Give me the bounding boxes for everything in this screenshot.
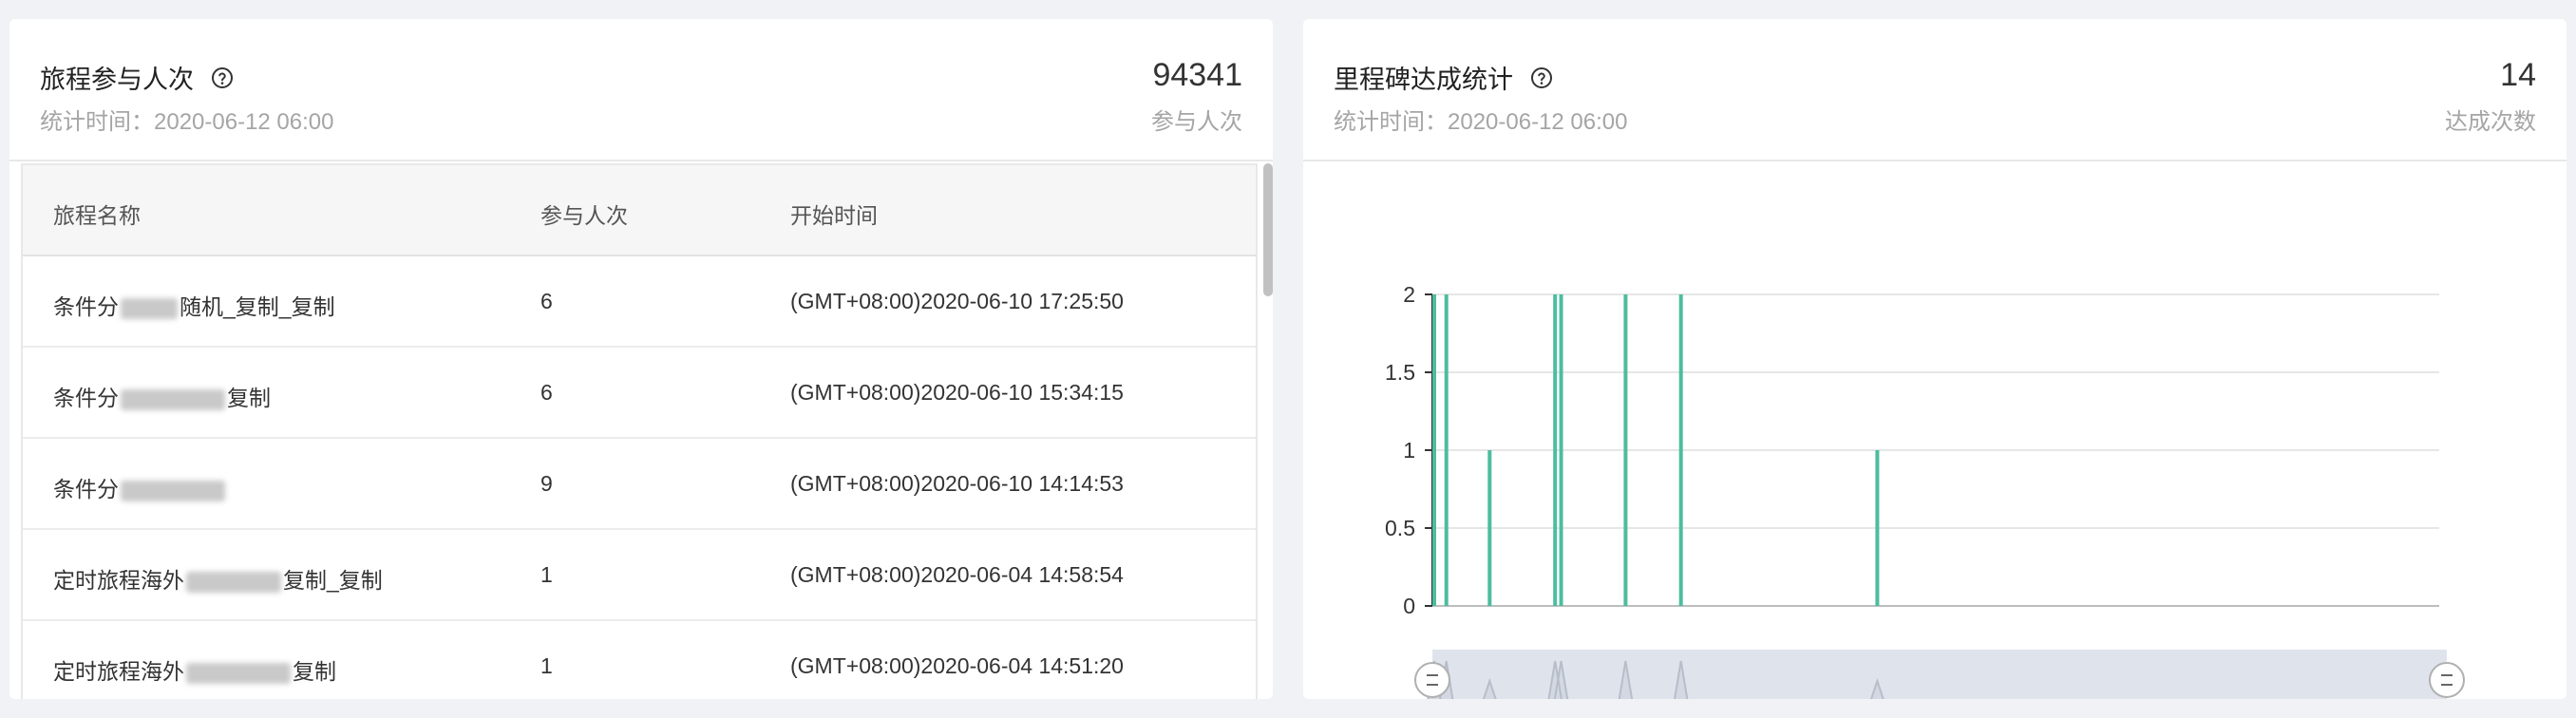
journey-name: 条件分 xyxy=(53,471,227,503)
y-tick-label: 2 xyxy=(1403,282,1415,307)
journey-name: 定时旅程海外 复制_复制 xyxy=(53,568,383,593)
participant-count: 9 xyxy=(540,471,553,496)
start-time: (GMT+08:00)2020-06-04 14:51:20 xyxy=(790,653,1124,678)
participation-card: 旅程参与人次 统计时间：2020-06-12 06:00 94341 参与人次 … xyxy=(9,19,1273,699)
redacted-mask xyxy=(186,571,281,593)
table-scrollbar[interactable] xyxy=(1263,163,1273,296)
redacted-mask xyxy=(121,480,225,501)
table-row[interactable]: 条件分 复制 6 (GMT+08:00)2020-06-10 15:34:15 xyxy=(23,348,1256,439)
start-time: (GMT+08:00)2020-06-10 15:34:15 xyxy=(790,380,1124,405)
participant-count: 1 xyxy=(540,653,553,678)
chart-bar xyxy=(1444,294,1449,606)
table-row[interactable]: 条件分 随机_复制_复制 6 (GMT+08:00)2020-06-10 17:2… xyxy=(23,256,1256,348)
chart-bar xyxy=(1559,294,1563,606)
chart-bar xyxy=(1553,294,1558,606)
metric-label: 达成次数 xyxy=(2445,109,2536,135)
redacted-mask xyxy=(121,297,178,319)
help-icon[interactable] xyxy=(211,66,234,89)
card-header: 旅程参与人次 统计时间：2020-06-12 06:00 94341 参与人次 xyxy=(9,19,1273,161)
column-header-count[interactable]: 参与人次 xyxy=(540,198,628,230)
metric-label: 参与人次 xyxy=(1151,109,1242,135)
slider-handle-right[interactable] xyxy=(2429,662,2465,698)
journey-name: 条件分 复制 xyxy=(53,386,271,410)
chart-bar xyxy=(1678,294,1683,606)
start-time: (GMT+08:00)2020-06-10 14:14:53 xyxy=(790,471,1124,496)
redacted-mask xyxy=(186,662,291,684)
chart-bar xyxy=(1432,294,1436,606)
participant-count: 6 xyxy=(540,380,553,405)
table-row[interactable]: 条件分 9 (GMT+08:00)2020-06-10 14:14:53 xyxy=(23,439,1256,530)
column-header-name[interactable]: 旅程名称 xyxy=(53,198,141,230)
start-time: (GMT+08:00)2020-06-04 14:58:54 xyxy=(790,562,1124,587)
chart-bar xyxy=(1875,450,1880,606)
participant-count: 1 xyxy=(540,562,553,587)
card-title-text: 里程碑达成统计 xyxy=(1334,66,1513,94)
metric-value: 14 xyxy=(2500,57,2536,93)
table-row[interactable]: 定时旅程海外 复制 1 (GMT+08:00)2020-06-04 14:51:2… xyxy=(23,621,1256,699)
card-header: 里程碑达成统计 统计时间：2020-06-12 06:00 14 达成次数 xyxy=(1303,19,2567,161)
slider-track[interactable] xyxy=(1432,650,2447,699)
chart-bar xyxy=(1487,450,1492,606)
milestone-chart: 0 0.5 1 1.5 2 xyxy=(1385,282,2465,699)
metric-value: 94341 xyxy=(1152,57,1242,93)
y-tick-label: 1.5 xyxy=(1385,360,1415,385)
journey-name: 定时旅程海外 复制 xyxy=(53,659,336,684)
y-axis-ticks: 0 0.5 1 1.5 2 xyxy=(1385,282,1433,618)
start-time: (GMT+08:00)2020-06-10 17:25:50 xyxy=(790,289,1124,313)
help-icon[interactable] xyxy=(1530,66,1553,89)
card-title: 旅程参与人次 xyxy=(40,59,234,96)
stat-time: 统计时间：2020-06-12 06:00 xyxy=(1334,109,1628,135)
journey-table: 旅程名称 参与人次 开始时间 条件分 随机_复制_复制 6 (GMT+08:00)… xyxy=(21,163,1258,699)
stat-time: 统计时间：2020-06-12 06:00 xyxy=(40,109,334,135)
column-header-start-time[interactable]: 开始时间 xyxy=(790,198,878,230)
table-header: 旅程名称 参与人次 开始时间 xyxy=(23,165,1256,256)
chart-grid xyxy=(1432,293,2439,607)
handle-circle[interactable] xyxy=(2429,662,2465,698)
redacted-mask xyxy=(121,388,225,410)
y-tick-label: 0.5 xyxy=(1385,516,1415,540)
handle-circle[interactable] xyxy=(1414,662,1450,698)
journey-name: 条件分 随机_复制_复制 xyxy=(53,294,335,319)
table-row[interactable]: 定时旅程海外 复制_复制 1 (GMT+08:00)2020-06-04 14:5… xyxy=(23,530,1256,621)
card-title: 里程碑达成统计 xyxy=(1334,59,1553,96)
datazoom-slider[interactable] xyxy=(1414,650,2465,699)
y-tick-label: 0 xyxy=(1403,594,1415,618)
milestone-card: 里程碑达成统计 统计时间：2020-06-12 06:00 14 达成次数 00… xyxy=(1303,19,2567,699)
participant-count: 6 xyxy=(540,289,553,313)
card-title-text: 旅程参与人次 xyxy=(40,66,194,94)
chart-bar xyxy=(1623,294,1628,606)
slider-handle-left[interactable] xyxy=(1414,662,1450,698)
y-tick-label: 1 xyxy=(1403,438,1415,463)
